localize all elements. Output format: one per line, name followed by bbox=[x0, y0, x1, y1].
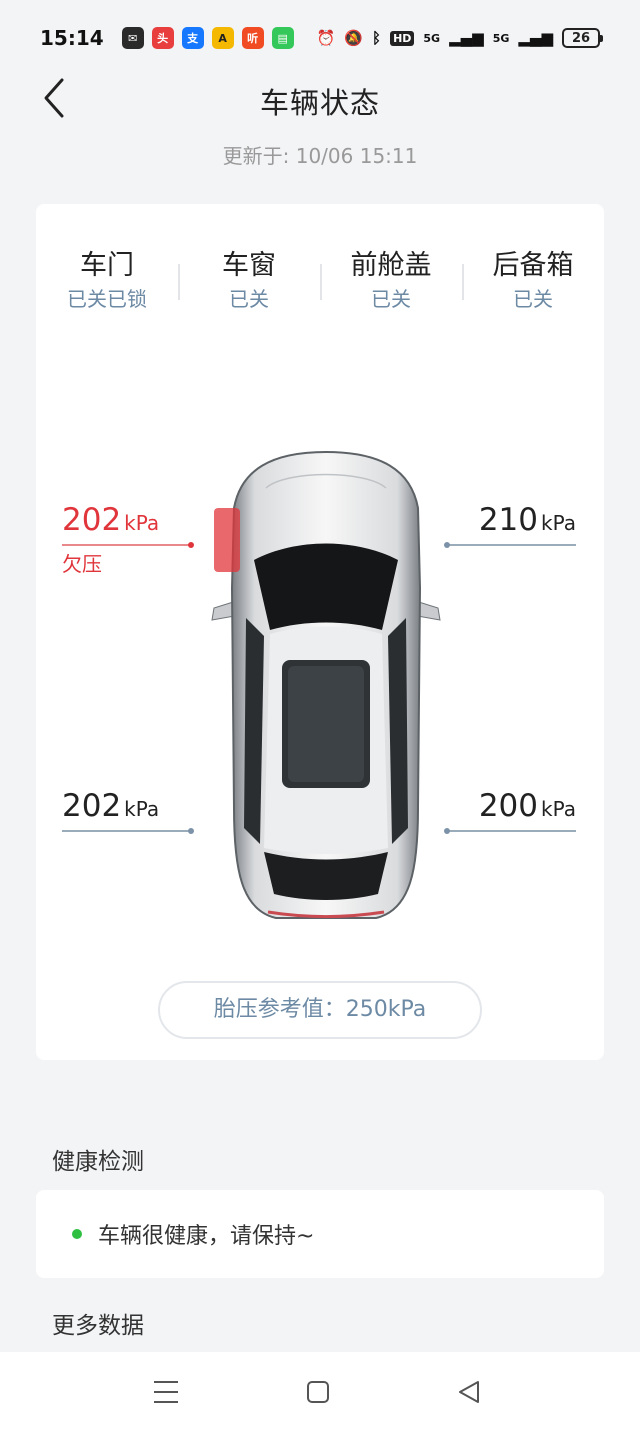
more-data-title: 更多数据 bbox=[52, 1313, 144, 1339]
home-square-icon bbox=[307, 1381, 329, 1403]
alipay-icon: 支 bbox=[181, 27, 204, 49]
tire-front-left-warning: 欠压 bbox=[62, 552, 102, 576]
status-trunk-value: 已关 bbox=[513, 287, 553, 311]
tire-front-right-value: 210 bbox=[478, 502, 538, 538]
health-message: 车辆很健康，请保持~ bbox=[98, 1224, 315, 1249]
status-hood-label: 前舱盖 bbox=[350, 250, 432, 281]
hd-icon: HD bbox=[390, 30, 415, 46]
status-door-label: 车门 bbox=[80, 250, 134, 281]
page-title: 车辆状态 bbox=[259, 86, 380, 120]
status-hood: 前舱盖 已关 bbox=[320, 248, 462, 320]
notification-icons: ✉ 头 支 A 听 ▤ bbox=[121, 27, 294, 49]
listen-app-icon: 听 bbox=[241, 27, 264, 49]
status-hood-value: 已关 bbox=[371, 287, 411, 311]
status-bar: 15:14 ✉ 头 支 A 听 ▤ ⏰ 🔕 ᛒ HD 5G ▂▄▆ 5G ▂▄▆… bbox=[0, 0, 640, 76]
navigation-app-icon: A bbox=[211, 27, 234, 49]
update-time: 更新于: 10/06 15:11 bbox=[222, 144, 418, 168]
status-door-value: 已关已锁 bbox=[67, 287, 147, 311]
battery-icon: 26 bbox=[562, 28, 603, 48]
tire-front-left: 202 kPa 欠压 bbox=[62, 502, 262, 577]
signal-bars-icon: ▂▄▆ bbox=[449, 29, 484, 47]
signal-5g-icon: 5G bbox=[423, 31, 441, 45]
back-nav-button[interactable] bbox=[450, 1374, 490, 1410]
status-trunk: 后备箱 已关 bbox=[462, 248, 604, 320]
status-window: 车窗 已关 bbox=[178, 248, 320, 320]
menu-icon bbox=[154, 1381, 178, 1403]
tire-rear-left-dot bbox=[188, 828, 194, 834]
home-nav-button[interactable] bbox=[298, 1374, 338, 1410]
system-nav-bar bbox=[0, 1352, 640, 1431]
tire-rear-right-dot bbox=[444, 828, 450, 834]
tire-reference-pill: 胎压参考值：250kPa bbox=[158, 981, 482, 1039]
health-status-dot bbox=[72, 1229, 82, 1239]
tire-front-right-line bbox=[444, 542, 576, 548]
status-trunk-label: 后备箱 bbox=[492, 250, 574, 281]
status-window-value: 已关 bbox=[229, 287, 269, 311]
signal-bars-icon-2: ▂▄▆ bbox=[518, 29, 553, 47]
bluetooth-icon: ᛒ bbox=[372, 29, 382, 47]
tire-rear-right-line bbox=[444, 828, 576, 834]
tire-rear-left-line bbox=[62, 828, 194, 834]
health-card[interactable]: 车辆很健康，请保持~ bbox=[36, 1190, 604, 1278]
vehicle-status-card: 车门 已关已锁 车窗 已关 前舱盖 已关 后备箱 已关 202 kPa 欠压 2… bbox=[36, 204, 604, 1060]
tire-rear-left-unit: kPa bbox=[124, 797, 160, 821]
mute-icon: 🔕 bbox=[344, 29, 364, 47]
tire-rear-left: 202 kPa bbox=[62, 788, 262, 834]
system-icons: ⏰ 🔕 ᛒ HD 5G ▂▄▆ 5G ▂▄▆ 26 bbox=[316, 28, 603, 48]
closure-status-row: 车门 已关已锁 车窗 已关 前舱盖 已关 后备箱 已关 bbox=[36, 248, 604, 320]
tire-front-left-value: 202 bbox=[62, 502, 122, 538]
tire-rear-right-unit: kPa bbox=[541, 797, 576, 821]
status-door: 车门 已关已锁 bbox=[36, 248, 178, 320]
wechat-icon: ✉ bbox=[121, 27, 144, 49]
tire-rear-left-value: 202 bbox=[62, 788, 122, 824]
tire-front-left-line bbox=[62, 542, 194, 548]
header: 车辆状态 bbox=[0, 76, 640, 126]
back-triangle-icon bbox=[459, 1381, 479, 1403]
status-time: 15:14 bbox=[40, 26, 104, 50]
toutiao-icon: 头 bbox=[151, 27, 174, 49]
tire-rear-right-value: 200 bbox=[478, 788, 538, 824]
tire-front-right-unit: kPa bbox=[541, 511, 576, 535]
tire-front-right-dot bbox=[444, 542, 450, 548]
tire-front-left-unit: kPa bbox=[124, 511, 160, 535]
menu-nav-button[interactable] bbox=[146, 1374, 186, 1410]
health-section-title: 健康检测 bbox=[52, 1149, 144, 1175]
status-window-label: 车窗 bbox=[222, 250, 276, 281]
tire-front-right: 210 kPa bbox=[442, 502, 576, 548]
message-icon: ▤ bbox=[271, 27, 294, 49]
alarm-icon: ⏰ bbox=[316, 29, 336, 47]
signal-5g-icon-2: 5G bbox=[492, 31, 510, 45]
tire-rear-right: 200 kPa bbox=[442, 788, 576, 834]
tire-front-left-dot bbox=[188, 542, 194, 548]
